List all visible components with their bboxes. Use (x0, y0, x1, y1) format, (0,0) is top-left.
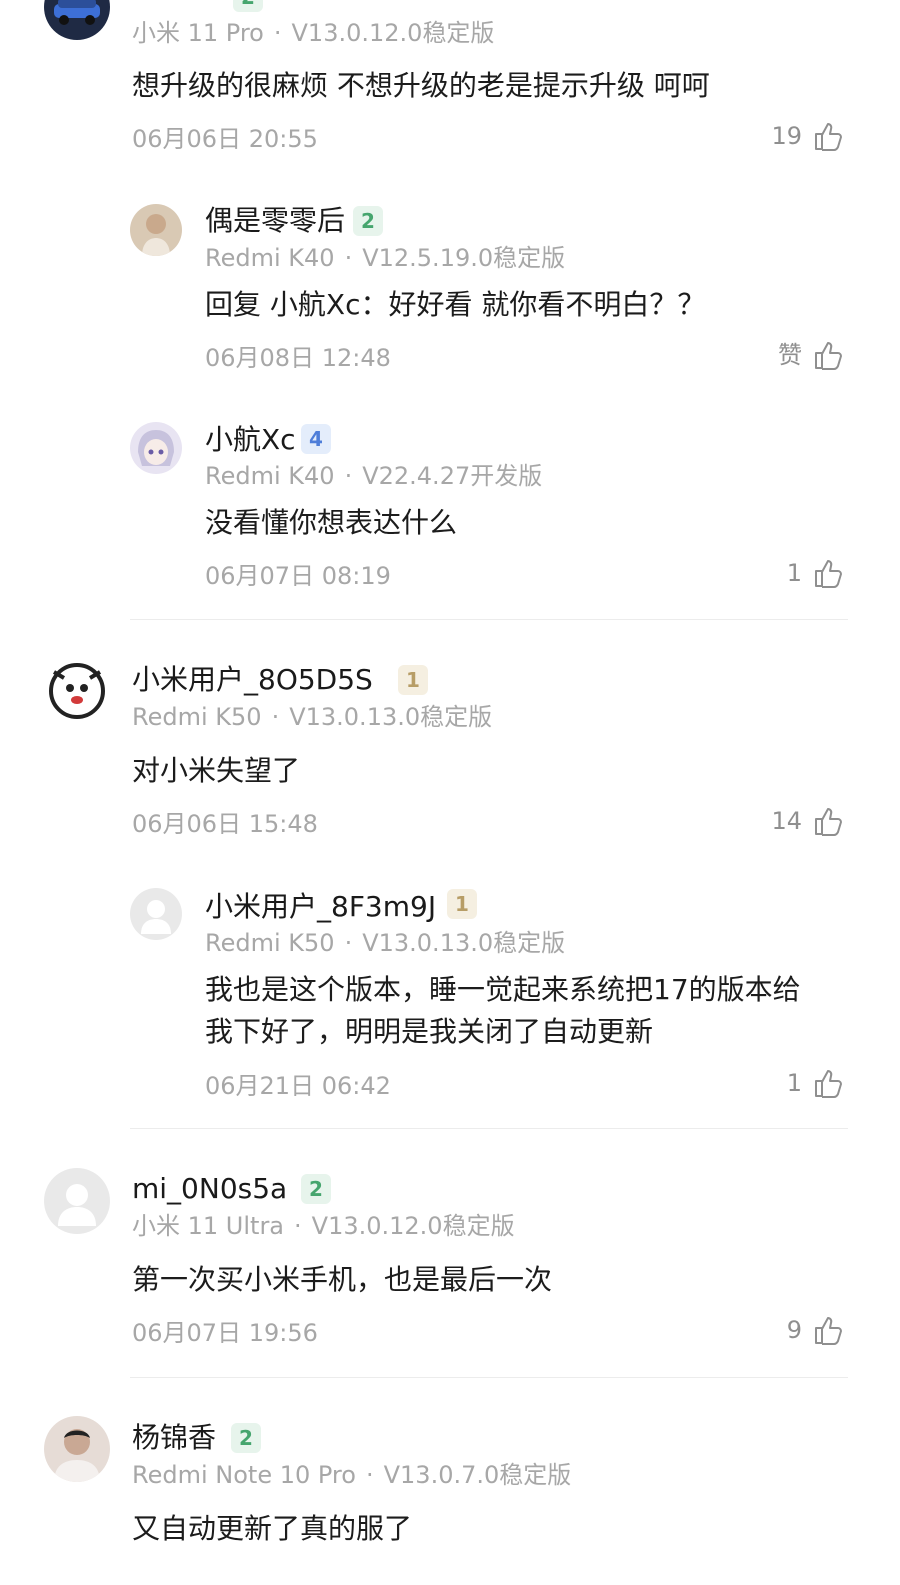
photo-avatar-icon (130, 204, 182, 256)
comment-text: 对小米失望了 (132, 754, 301, 787)
avatar[interactable] (130, 204, 182, 256)
avatar[interactable] (44, 1168, 110, 1234)
comment-text: 回复 小航Xc：好好看 就你看不明白？？ (205, 288, 706, 321)
avatar[interactable] (44, 1416, 110, 1482)
default-avatar-icon (44, 1168, 110, 1234)
comment-text-line: 我下好了，明明是我关闭了自动更新 (205, 1015, 654, 1048)
comment-divider (130, 619, 848, 620)
user-name[interactable]: mi_0N0s5a (132, 1171, 287, 1207)
user-name[interactable]: 小航Xc (205, 422, 296, 458)
comment-text: 没看懂你想表达什么 (205, 506, 458, 539)
comment-time: 06月06日 20:55 (132, 125, 318, 153)
like-count: 1 (786, 559, 802, 587)
anime-avatar-icon (130, 422, 182, 474)
like-button[interactable]: 1 (787, 557, 844, 589)
thumbs-up-icon (815, 808, 842, 836)
comment-text: 又自动更新了真的服了 (132, 1512, 413, 1545)
level-badge: 2 (233, 0, 263, 12)
device-info: 小米 11 Pro · V13.0.12.0稳定版 (132, 19, 495, 47)
comment-text: 我也是这个版本，睡一觉起来系统把17的版本给 我下好了，明明是我关闭了自动更新 (205, 969, 801, 1053)
comment-time: 06月06日 15:48 (132, 810, 318, 838)
photo-avatar-icon (44, 1416, 110, 1482)
like-label: 赞 (778, 341, 802, 369)
thumbs-up-icon (815, 123, 842, 151)
comment-time: 06月21日 06:42 (205, 1072, 391, 1100)
thumbs-up-icon (815, 560, 842, 588)
level-badge: 1 (398, 665, 428, 695)
thumbs-up-icon (815, 342, 842, 370)
avatar[interactable] (130, 888, 182, 940)
default-avatar-icon (130, 888, 182, 940)
user-name[interactable]: 小米用户_8O5D5S (132, 662, 373, 698)
device-info: Redmi K40 · V12.5.19.0稳定版 (205, 244, 566, 272)
avatar[interactable] (130, 422, 182, 474)
comment-text: 第一次买小米手机，也是最后一次 (132, 1263, 553, 1296)
comment-text-line: 我也是这个版本，睡一觉起来系统把17的版本给 (205, 973, 801, 1006)
level-badge: 2 (231, 1423, 261, 1453)
level-badge: 2 (301, 1174, 331, 1204)
user-name[interactable]: 杨锦香 (132, 1420, 216, 1456)
like-button[interactable]: 赞 (778, 339, 844, 371)
level-badge: 2 (353, 206, 383, 236)
avatar[interactable] (44, 658, 110, 724)
like-button[interactable]: 19 (771, 120, 844, 152)
device-info: Redmi K50 · V13.0.13.0稳定版 (205, 929, 566, 957)
comment-time: 06月07日 08:19 (205, 562, 391, 590)
like-button[interactable]: 14 (771, 805, 844, 837)
thumbs-up-icon (815, 1070, 842, 1098)
like-button[interactable]: 1 (787, 1067, 844, 1099)
avatar[interactable] (44, 0, 110, 40)
like-count: 1 (786, 1069, 802, 1097)
device-info: 小米 11 Ultra · V13.0.12.0稳定版 (132, 1212, 515, 1240)
comment-time: 06月07日 19:56 (132, 1319, 318, 1347)
user-name[interactable]: 小米用户_8F3m9J (205, 889, 436, 925)
car-avatar-icon (44, 0, 110, 40)
thumbs-up-icon (815, 1317, 842, 1345)
like-count: 19 (771, 122, 802, 150)
user-name[interactable]: 偶是零零后 (205, 203, 345, 239)
device-info: Redmi K50 · V13.0.13.0稳定版 (132, 703, 493, 731)
comment-divider (130, 1128, 848, 1129)
device-info: Redmi K40 · V22.4.27开发版 (205, 462, 543, 490)
device-info: Redmi Note 10 Pro · V13.0.7.0稳定版 (132, 1461, 572, 1489)
comment-text: 想升级的很麻烦 不想升级的老是提示升级 呵呵 (132, 69, 710, 102)
comment-time: 06月08日 12:48 (205, 344, 391, 372)
like-count: 9 (786, 1316, 802, 1344)
level-badge: 1 (447, 889, 477, 919)
like-count: 14 (771, 807, 802, 835)
level-badge: 4 (301, 424, 331, 454)
comment-divider (130, 1377, 848, 1378)
like-button[interactable]: 9 (787, 1314, 844, 1346)
cartoon-avatar-icon (44, 658, 110, 724)
